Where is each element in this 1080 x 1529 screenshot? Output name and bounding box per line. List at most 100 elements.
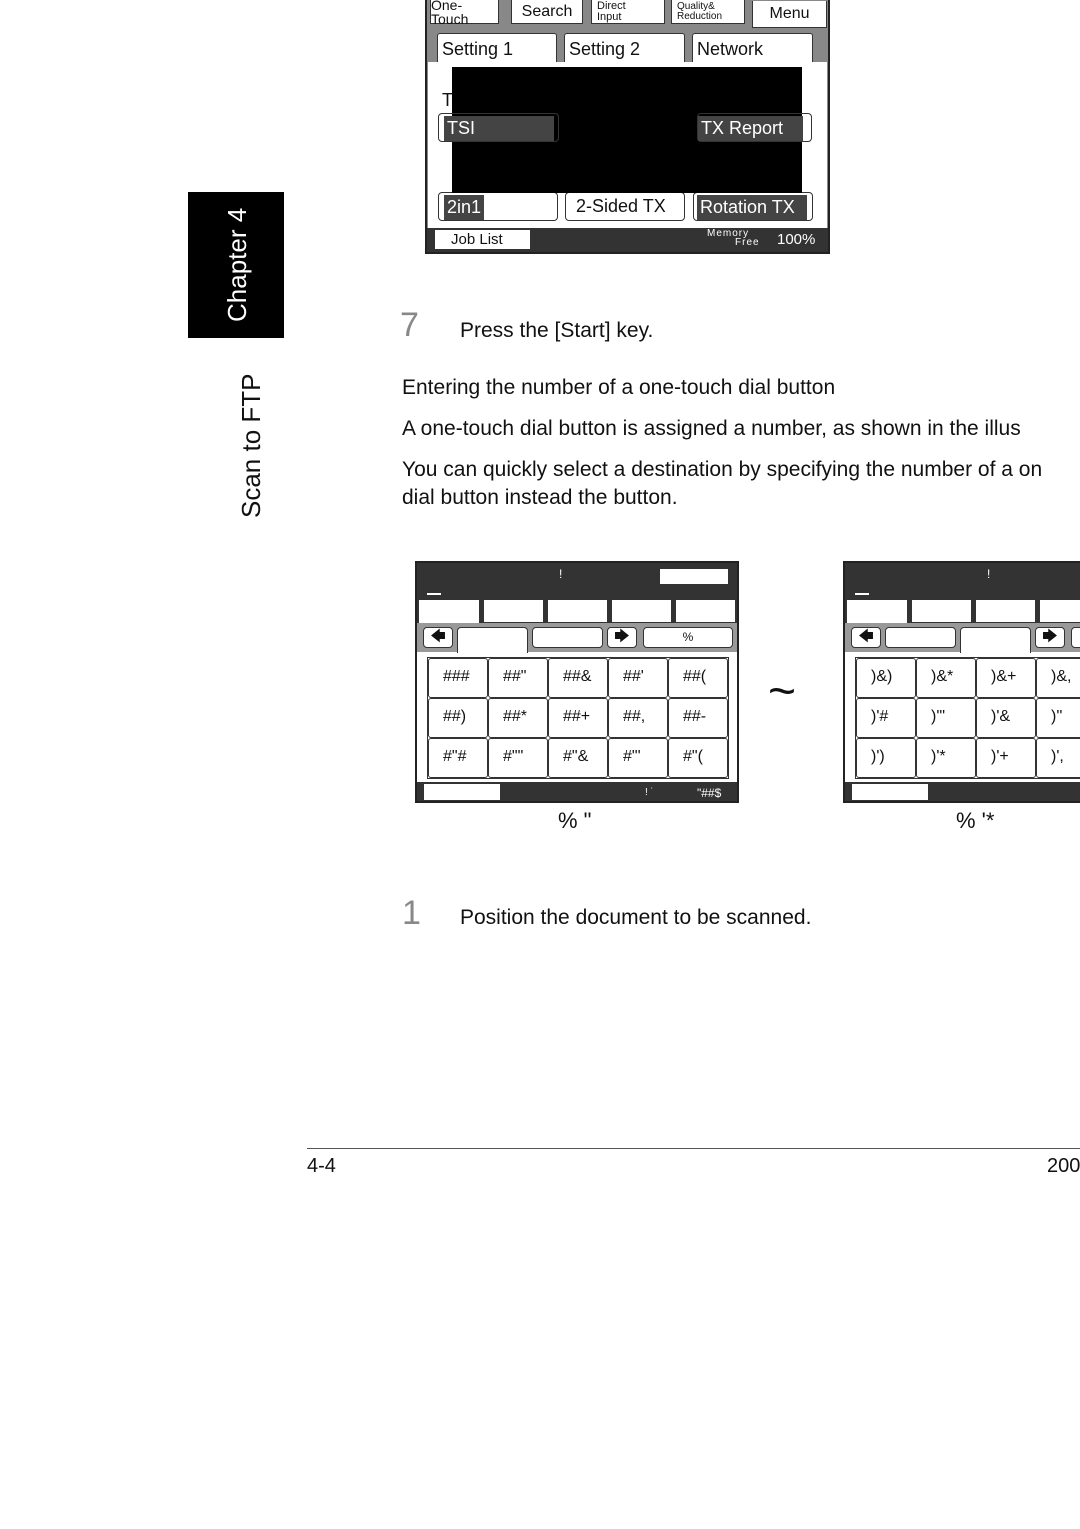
one-touch-button[interactable]: )'& <box>976 698 1036 738</box>
rotation-tx-label: Rotation TX <box>697 195 807 220</box>
one-touch-button[interactable]: #"" <box>488 738 548 778</box>
subtab-setting-2[interactable]: Setting 2 <box>564 33 685 63</box>
header-box <box>660 569 728 584</box>
tx-report-button[interactable]: TX Report <box>697 113 812 142</box>
one-touch-button[interactable]: )'* <box>916 738 976 778</box>
one-touch-button[interactable]: ##" <box>488 658 548 698</box>
settings-content: T TSI TX Report 2in1 2-Sided TX Rotation… <box>428 62 827 228</box>
one-touch-button[interactable]: )'# <box>856 698 916 738</box>
dash <box>427 593 441 595</box>
one-touch-button[interactable]: )'' <box>1036 698 1080 738</box>
2in1-button[interactable]: 2in1 <box>438 192 558 221</box>
status-box[interactable] <box>852 784 928 800</box>
one-touch-button[interactable]: ##' <box>608 658 668 698</box>
arrow-left-icon[interactable]: 🡄 <box>423 627 453 648</box>
status-box[interactable] <box>424 784 500 800</box>
keypad-screen-second: ! 🡄 🡆 )&))&*)&+)&,)'#)'")'&)'')'()'))'*)… <box>843 561 1080 803</box>
one-touch-button[interactable]: )&+ <box>976 658 1036 698</box>
subtab-setting-1[interactable]: Setting 1 <box>437 33 557 64</box>
rotation-tx-button[interactable]: Rotation TX <box>693 192 813 221</box>
step-text: Press the [Start] key. <box>460 319 654 342</box>
tab[interactable] <box>548 600 607 622</box>
tab-direct-input[interactable]: Direct Input <box>591 0 665 24</box>
one-touch-button[interactable]: #"( <box>668 738 728 778</box>
one-touch-button[interactable]: ##& <box>548 658 608 698</box>
tab-menu[interactable]: Menu <box>752 1 827 28</box>
step-number: 7 <box>400 306 419 344</box>
tab[interactable] <box>612 600 671 622</box>
status-bar: ! ˙ "##$ <box>417 782 737 801</box>
header-mark: ! <box>559 567 563 581</box>
subtab-network[interactable]: Network <box>692 33 813 63</box>
dash <box>855 593 869 595</box>
one-touch-button[interactable]: )'+ <box>976 738 1036 778</box>
arrow-right-icon[interactable]: 🡆 <box>607 627 637 648</box>
memory-label: Memory Free <box>707 229 760 248</box>
range-tilde: ~ <box>768 665 797 718</box>
paragraph: A one-touch dial button is assigned a nu… <box>402 417 1021 440</box>
tab[interactable] <box>1040 600 1080 622</box>
one-touch-button[interactable]: )&) <box>856 658 916 698</box>
percent-button[interactable]: % <box>643 627 733 648</box>
one-touch-grid: ### ##" ##& ##' ##(##) ##* ##+ ##, ##- #"# #"" #"& #… <box>427 657 729 779</box>
one-touch-button[interactable]: #"& <box>548 738 608 778</box>
tab[interactable] <box>912 600 971 622</box>
one-touch-grid: )&))&*)&+)&,)'#)'")'&)'')'()'))'*)'+)',)… <box>855 657 1080 779</box>
one-touch-button[interactable]: )', <box>1036 738 1080 778</box>
section-title: Scan to FTP <box>236 373 266 519</box>
status-mark: ! ˙ <box>645 787 654 798</box>
one-touch-button[interactable]: ##- <box>668 698 728 738</box>
tab[interactable] <box>457 627 528 653</box>
one-touch-button[interactable]: )&, <box>1036 658 1080 698</box>
tsi-button[interactable]: TSI <box>438 113 559 142</box>
tab[interactable] <box>676 600 735 622</box>
one-touch-button[interactable]: )'" <box>916 698 976 738</box>
one-touch-button[interactable]: ##) <box>428 698 488 738</box>
tab-one-touch[interactable]: One-Touch <box>430 0 499 26</box>
paragraph: dial button instead the button. <box>402 486 678 509</box>
memory-value: 100% <box>777 231 816 248</box>
step-number: 1 <box>402 894 421 932</box>
step-text: Position the document to be scanned. <box>460 906 812 929</box>
status-bar: Job List Memory Free 100% <box>427 228 828 252</box>
tab[interactable] <box>976 600 1035 622</box>
percent-button[interactable] <box>1071 627 1080 648</box>
tsi-label: TSI <box>444 116 554 141</box>
chapter-label: Chapter 4 <box>222 207 252 322</box>
one-touch-button[interactable]: ##* <box>488 698 548 738</box>
page-number: 4-4 <box>307 1155 336 1177</box>
arrow-left-icon[interactable]: 🡄 <box>851 627 881 648</box>
status-bar <box>845 782 1080 801</box>
tx-report-label: TX Report <box>698 116 803 141</box>
tab[interactable] <box>885 627 956 648</box>
tab-search[interactable]: Search <box>511 0 583 24</box>
one-touch-button[interactable]: ##, <box>608 698 668 738</box>
one-touch-button[interactable]: #"' <box>608 738 668 778</box>
one-touch-button[interactable]: ### <box>428 658 488 698</box>
free-text: Free <box>735 237 760 248</box>
touch-panel-screen: One-Touch Search Direct Input Quality& Red… <box>425 0 830 254</box>
footer-rule <box>307 1148 1080 1149</box>
one-touch-button[interactable]: )&* <box>916 658 976 698</box>
tab[interactable] <box>960 627 1031 653</box>
figure-caption: % " <box>558 808 592 833</box>
one-touch-button[interactable]: ##( <box>668 658 728 698</box>
one-touch-button[interactable]: ##+ <box>548 698 608 738</box>
paragraph: You can quickly select a destination by … <box>402 458 1043 481</box>
header-mark: ! <box>987 567 991 581</box>
tab-label: Reduction <box>677 10 723 22</box>
tab-label: Input <box>597 10 622 23</box>
tab[interactable] <box>484 600 543 622</box>
2in1-label: 2in1 <box>444 195 485 220</box>
tab[interactable] <box>532 627 603 648</box>
footer-right: 200 <box>1047 1155 1080 1177</box>
one-touch-button[interactable]: #"# <box>428 738 488 778</box>
figure-caption: % '* <box>956 808 995 833</box>
chapter-tab: Chapter 4 <box>188 192 284 338</box>
tab-label: Quality& <box>677 0 715 12</box>
arrow-right-icon[interactable]: 🡆 <box>1035 627 1065 648</box>
job-list-button[interactable]: Job List <box>435 230 530 249</box>
2-sided-tx-button[interactable]: 2-Sided TX <box>565 192 685 221</box>
one-touch-button[interactable]: )') <box>856 738 916 778</box>
tab-quality-reduction[interactable]: Quality& Reduction <box>671 0 745 24</box>
